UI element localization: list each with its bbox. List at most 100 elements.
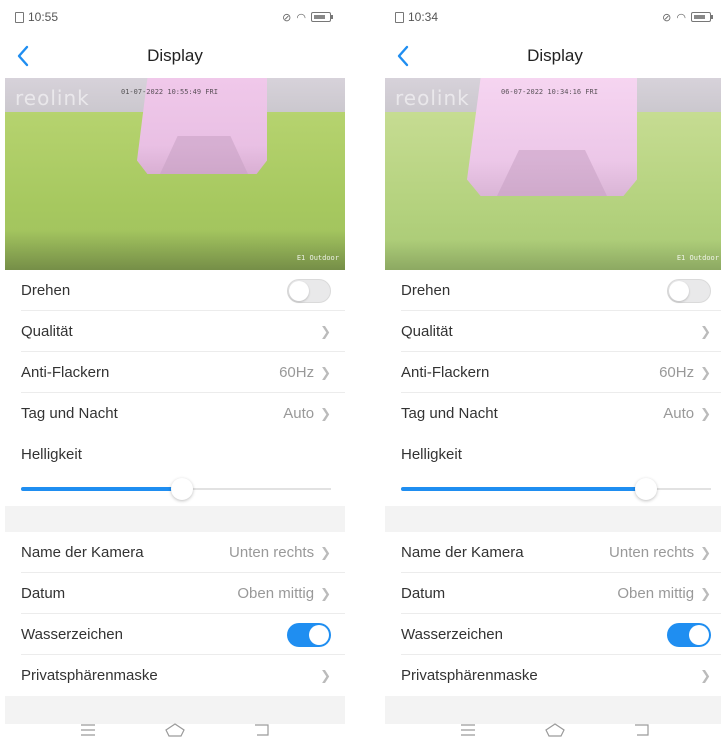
phone-screen-left: 10:55 ⊘ ◠ Display reolink 01-07-2022 10:… (5, 0, 345, 751)
slider-fill (401, 487, 646, 491)
chevron-right-icon: ❯ (320, 405, 331, 421)
setting-value-text: Unten rechts (229, 544, 315, 561)
setting-anti-flicker[interactable]: Anti-Flackern 60Hz ❯ (385, 352, 721, 393)
slider-thumb[interactable] (171, 478, 194, 500)
rotate-toggle[interactable] (667, 278, 711, 303)
setting-value: Unten rechts ❯ (229, 544, 331, 561)
chevron-right-icon: ❯ (700, 364, 711, 380)
watermark-toggle[interactable] (287, 622, 331, 647)
setting-date[interactable]: Datum Oben mittig ❯ (385, 573, 721, 614)
menu-button[interactable] (456, 720, 480, 740)
setting-label: Privatsphärenmaske (401, 667, 538, 684)
chevron-right-icon: ❯ (320, 544, 331, 560)
setting-label: Tag und Nacht (21, 405, 118, 422)
setting-value: ❯ (320, 324, 331, 340)
setting-camera-name[interactable]: Name der Kamera Unten rechts ❯ (5, 532, 345, 573)
setting-value: Oben mittig ❯ (617, 585, 711, 602)
chevron-left-icon (17, 45, 29, 67)
setting-label: Anti-Flackern (401, 364, 490, 381)
back-icon (254, 724, 269, 736)
slider-fill (21, 487, 183, 491)
setting-label: Wasserzeichen (401, 626, 503, 643)
setting-label: Anti-Flackern (21, 364, 110, 381)
setting-rotate[interactable]: Drehen (5, 270, 345, 311)
home-icon (165, 723, 185, 737)
back-button[interactable] (389, 42, 417, 70)
preview-timestamp: 06-07-2022 10:34:16 FRI (501, 88, 598, 96)
menu-button[interactable] (76, 720, 100, 740)
menu-icon (81, 724, 96, 736)
setting-day-night[interactable]: Tag und Nacht Auto ❯ (5, 393, 345, 434)
nav-bar: Display (5, 34, 345, 78)
setting-date[interactable]: Datum Oben mittig ❯ (5, 573, 345, 614)
setting-label: Wasserzeichen (21, 626, 123, 643)
camera-preview[interactable]: reolink 01-07-2022 10:55:49 FRI E1 Outdo… (5, 78, 345, 270)
clock: 10:34 (408, 10, 439, 24)
toggle-knob (669, 280, 689, 301)
setting-value: ❯ (700, 324, 711, 340)
status-icons: ⊘ ◠ (662, 11, 713, 24)
setting-value-text: Auto (663, 405, 695, 422)
setting-label: Name der Kamera (401, 544, 524, 561)
setting-day-night[interactable]: Tag und Nacht Auto ❯ (385, 393, 721, 434)
preview-camera-name: E1 Outdoor (296, 254, 339, 262)
setting-quality[interactable]: Qualität ❯ (5, 311, 345, 352)
preview-shade (385, 240, 721, 270)
chevron-right-icon: ❯ (700, 544, 711, 560)
toggle-knob (689, 624, 709, 645)
system-nav-bar (385, 709, 721, 751)
chevron-right-icon: ❯ (700, 667, 711, 683)
preview-watermark: reolink (15, 86, 90, 110)
brightness-label: Helligkeit (401, 446, 462, 463)
section-gap (385, 506, 721, 532)
setting-value: 60Hz ❯ (659, 364, 711, 381)
chevron-right-icon: ❯ (700, 323, 711, 339)
toggle-knob (289, 280, 309, 301)
watermark-toggle[interactable] (667, 622, 711, 647)
phone-screen-right: 10:34 ⊘ ◠ Display reolink 06-07-2022 10:… (385, 0, 721, 751)
status-bar: 10:34 ⊘ ◠ (385, 0, 721, 34)
menu-icon (461, 724, 476, 736)
setting-privacy-mask[interactable]: Privatsphärenmaske ❯ (385, 655, 721, 696)
battery-icon (311, 12, 333, 22)
brightness-setting: Helligkeit (385, 434, 721, 506)
slider-thumb[interactable] (634, 478, 657, 500)
setting-label: Name der Kamera (21, 544, 144, 561)
status-time: 10:55 (15, 10, 58, 24)
home-button[interactable] (543, 720, 567, 740)
setting-label: Datum (21, 585, 66, 602)
wifi-icon: ◠ (676, 11, 686, 24)
setting-rotate[interactable]: Drehen (385, 270, 721, 311)
home-icon (545, 723, 565, 737)
setting-value: 60Hz ❯ (279, 364, 331, 381)
setting-value-text: Auto (283, 405, 315, 422)
return-button[interactable] (630, 720, 654, 740)
sim-icon (15, 11, 24, 23)
camera-preview[interactable]: reolink 06-07-2022 10:34:16 FRI E1 Outdo… (385, 78, 721, 270)
battery-icon (691, 12, 713, 22)
setting-label: Datum (401, 585, 446, 602)
back-button[interactable] (9, 42, 37, 70)
setting-camera-name[interactable]: Name der Kamera Unten rechts ❯ (385, 532, 721, 573)
toggle-knob (309, 624, 329, 645)
page-title: Display (147, 46, 203, 65)
system-nav-bar (5, 709, 345, 751)
setting-value-text: Unten rechts (609, 544, 695, 561)
page-title: Display (527, 46, 583, 65)
brightness-slider[interactable] (21, 478, 331, 500)
setting-quality[interactable]: Qualität ❯ (385, 311, 721, 352)
brightness-slider[interactable] (401, 478, 711, 500)
setting-label: Drehen (401, 282, 451, 299)
home-button[interactable] (163, 720, 187, 740)
setting-privacy-mask[interactable]: Privatsphärenmaske ❯ (5, 655, 345, 696)
comparison-stage: 10:55 ⊘ ◠ Display reolink 01-07-2022 10:… (0, 0, 721, 751)
rotate-toggle[interactable] (287, 278, 331, 303)
setting-anti-flicker[interactable]: Anti-Flackern 60Hz ❯ (5, 352, 345, 393)
setting-watermark[interactable]: Wasserzeichen (5, 614, 345, 655)
return-button[interactable] (250, 720, 274, 740)
setting-watermark[interactable]: Wasserzeichen (385, 614, 721, 655)
setting-value: Oben mittig ❯ (237, 585, 331, 602)
setting-label: Privatsphärenmaske (21, 667, 158, 684)
chevron-right-icon: ❯ (320, 585, 331, 601)
setting-value-text: Oben mittig (617, 585, 695, 602)
